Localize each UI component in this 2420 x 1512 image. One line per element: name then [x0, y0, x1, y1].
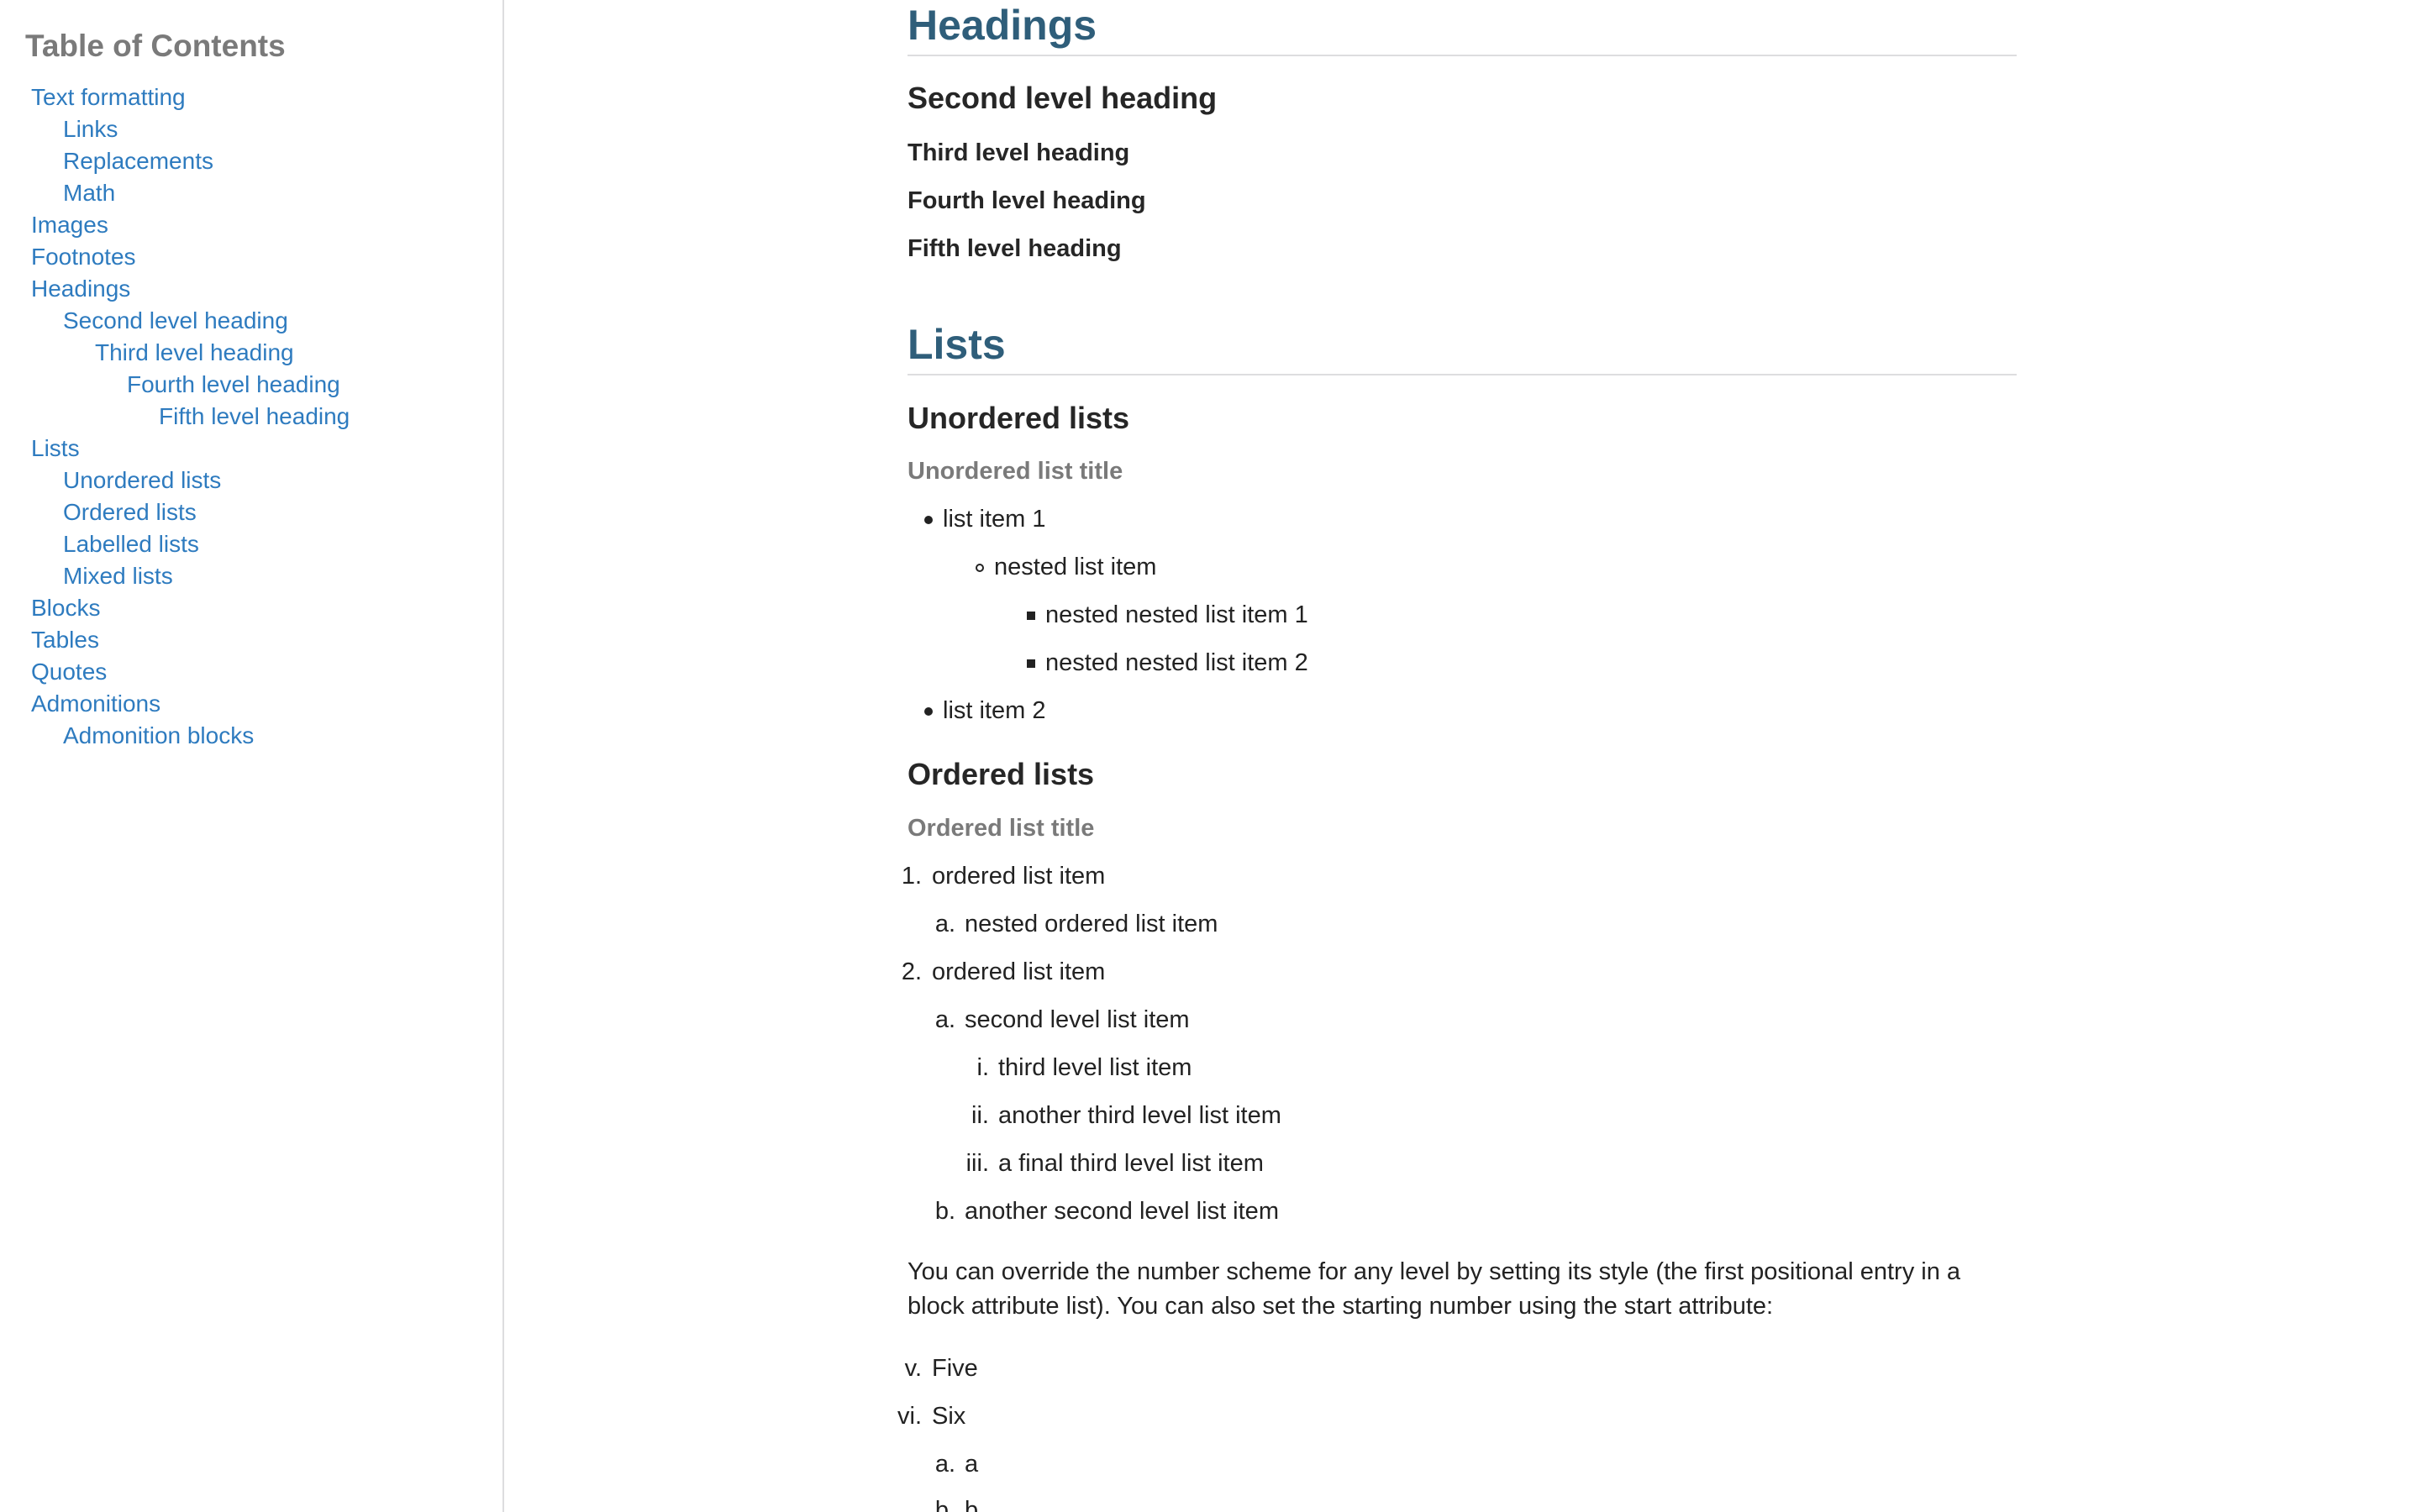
toc-link[interactable]: Mixed lists: [63, 563, 173, 589]
toc-item-links: Links: [0, 113, 496, 145]
toc-link[interactable]: Blocks: [31, 595, 100, 621]
list-item: another second level list item: [965, 1198, 1279, 1225]
section-divider: [908, 374, 2017, 375]
list-item: third level list item: [998, 1054, 1192, 1081]
bullet-square-icon: [1027, 612, 1035, 620]
toc-item-lists: Lists: [0, 433, 496, 465]
list-item: Six: [932, 1403, 966, 1430]
toc-link[interactable]: Ordered lists: [63, 499, 197, 525]
toc-link[interactable]: Lists: [31, 435, 80, 461]
toc-item-fifth-level-heading: Fifth level heading: [0, 401, 496, 433]
fifth-level-heading: Fifth level heading: [908, 235, 1122, 262]
list-item: nested list item: [994, 554, 1157, 580]
toc-link[interactable]: Fifth level heading: [159, 403, 350, 429]
ordered-lists-heading: Ordered lists: [908, 757, 1095, 791]
list-item: nested nested list item 2: [1045, 649, 1308, 676]
toc-link[interactable]: Fourth level heading: [127, 371, 340, 397]
list-marker: b.: [934, 1198, 955, 1225]
toc-item-tables: Tables: [0, 624, 496, 656]
toc-item-unordered-lists: Unordered lists: [0, 465, 496, 496]
list-item: list item 1: [943, 506, 1046, 533]
toc-item-replacements: Replacements: [0, 145, 496, 177]
section-divider: [908, 55, 2017, 56]
list-marker: 2.: [901, 958, 922, 985]
list-marker: 1.: [901, 863, 922, 890]
list-item: second level list item: [965, 1006, 1190, 1033]
toc-item-third-level-heading: Third level heading: [0, 337, 496, 369]
toc-link[interactable]: Admonition blocks: [63, 722, 254, 748]
list-item: a: [965, 1451, 979, 1478]
bullet-disc-icon: [924, 707, 933, 716]
toc-link[interactable]: Third level heading: [95, 339, 294, 365]
list-marker: ii.: [971, 1102, 989, 1129]
list-marker: a.: [934, 911, 955, 937]
section-heading-headings: Headings: [908, 2, 1097, 49]
list-marker: v.: [904, 1355, 922, 1382]
toc-link[interactable]: Quotes: [31, 659, 107, 685]
bullet-circle-icon: [976, 564, 984, 572]
list-item: ordered list item: [932, 958, 1106, 985]
list-item: ordered list item: [932, 863, 1106, 890]
toc-link[interactable]: Tables: [31, 627, 99, 653]
toc-link[interactable]: Admonitions: [31, 690, 160, 717]
toc-item-blocks: Blocks: [0, 592, 496, 624]
list-item: b: [965, 1497, 979, 1512]
list-item: another third level list item: [998, 1102, 1281, 1129]
second-level-heading: Second level heading: [908, 81, 1218, 115]
toc-item-math: Math: [0, 177, 496, 209]
toc-link[interactable]: Unordered lists: [63, 467, 221, 493]
toc-item-headings: Headings: [0, 273, 496, 305]
toc-link[interactable]: Replacements: [63, 148, 213, 174]
document-page: Table of Contents Text formatting Links …: [0, 0, 2420, 1512]
toc-item-admonitions: Admonitions: [0, 688, 496, 720]
third-level-heading: Third level heading: [908, 139, 1130, 166]
toc-item-second-level-heading: Second level heading: [0, 305, 496, 337]
list-marker: b.: [934, 1497, 955, 1512]
list-marker: vi.: [897, 1403, 922, 1430]
toc-link[interactable]: Second level heading: [63, 307, 288, 333]
list-marker: a.: [934, 1451, 955, 1478]
bullet-square-icon: [1027, 659, 1035, 668]
list-marker: a.: [934, 1006, 955, 1033]
fourth-level-heading: Fourth level heading: [908, 187, 1146, 214]
list-item: nested nested list item 1: [1045, 601, 1308, 628]
toc-link[interactable]: Images: [31, 212, 108, 238]
list-item: Five: [932, 1355, 978, 1382]
document-content: Headings Second level heading Third leve…: [897, 0, 2017, 1512]
toc-item-mixed-lists: Mixed lists: [0, 560, 496, 592]
table-of-contents-sidebar: Table of Contents Text formatting Links …: [0, 0, 504, 1512]
list-item: nested ordered list item: [965, 911, 1218, 937]
toc-title: Table of Contents: [25, 29, 286, 63]
toc-item-quotes: Quotes: [0, 656, 496, 688]
toc-item-fourth-level-heading: Fourth level heading: [0, 369, 496, 401]
toc-item-admonition-blocks: Admonition blocks: [0, 720, 496, 752]
toc-link[interactable]: Links: [63, 116, 118, 142]
toc-item-footnotes: Footnotes: [0, 241, 496, 273]
toc-link[interactable]: Headings: [31, 276, 130, 302]
toc-item-text-formatting: Text formatting: [0, 81, 496, 113]
toc-link[interactable]: Text formatting: [31, 84, 186, 110]
list-item: a final third level list item: [998, 1150, 1264, 1177]
list-item: list item 2: [943, 697, 1046, 724]
toc-link[interactable]: Footnotes: [31, 244, 136, 270]
list-marker: iii.: [965, 1150, 989, 1177]
unordered-list-title: Unordered list title: [908, 458, 1123, 485]
toc-item-ordered-lists: Ordered lists: [0, 496, 496, 528]
ordered-list-title: Ordered list title: [908, 815, 1095, 842]
toc-link[interactable]: Labelled lists: [63, 531, 199, 557]
unordered-lists-heading: Unordered lists: [908, 401, 1130, 435]
bullet-disc-icon: [924, 516, 933, 524]
toc-link[interactable]: Math: [63, 180, 115, 206]
list-marker: i.: [976, 1054, 990, 1081]
toc-item-images: Images: [0, 209, 496, 241]
toc-list: Text formatting Links Replacements Math …: [0, 81, 496, 752]
paragraph: You can override the number scheme for a…: [908, 1258, 1961, 1320]
toc-item-labelled-lists: Labelled lists: [0, 528, 496, 560]
section-heading-lists: Lists: [908, 321, 1006, 368]
